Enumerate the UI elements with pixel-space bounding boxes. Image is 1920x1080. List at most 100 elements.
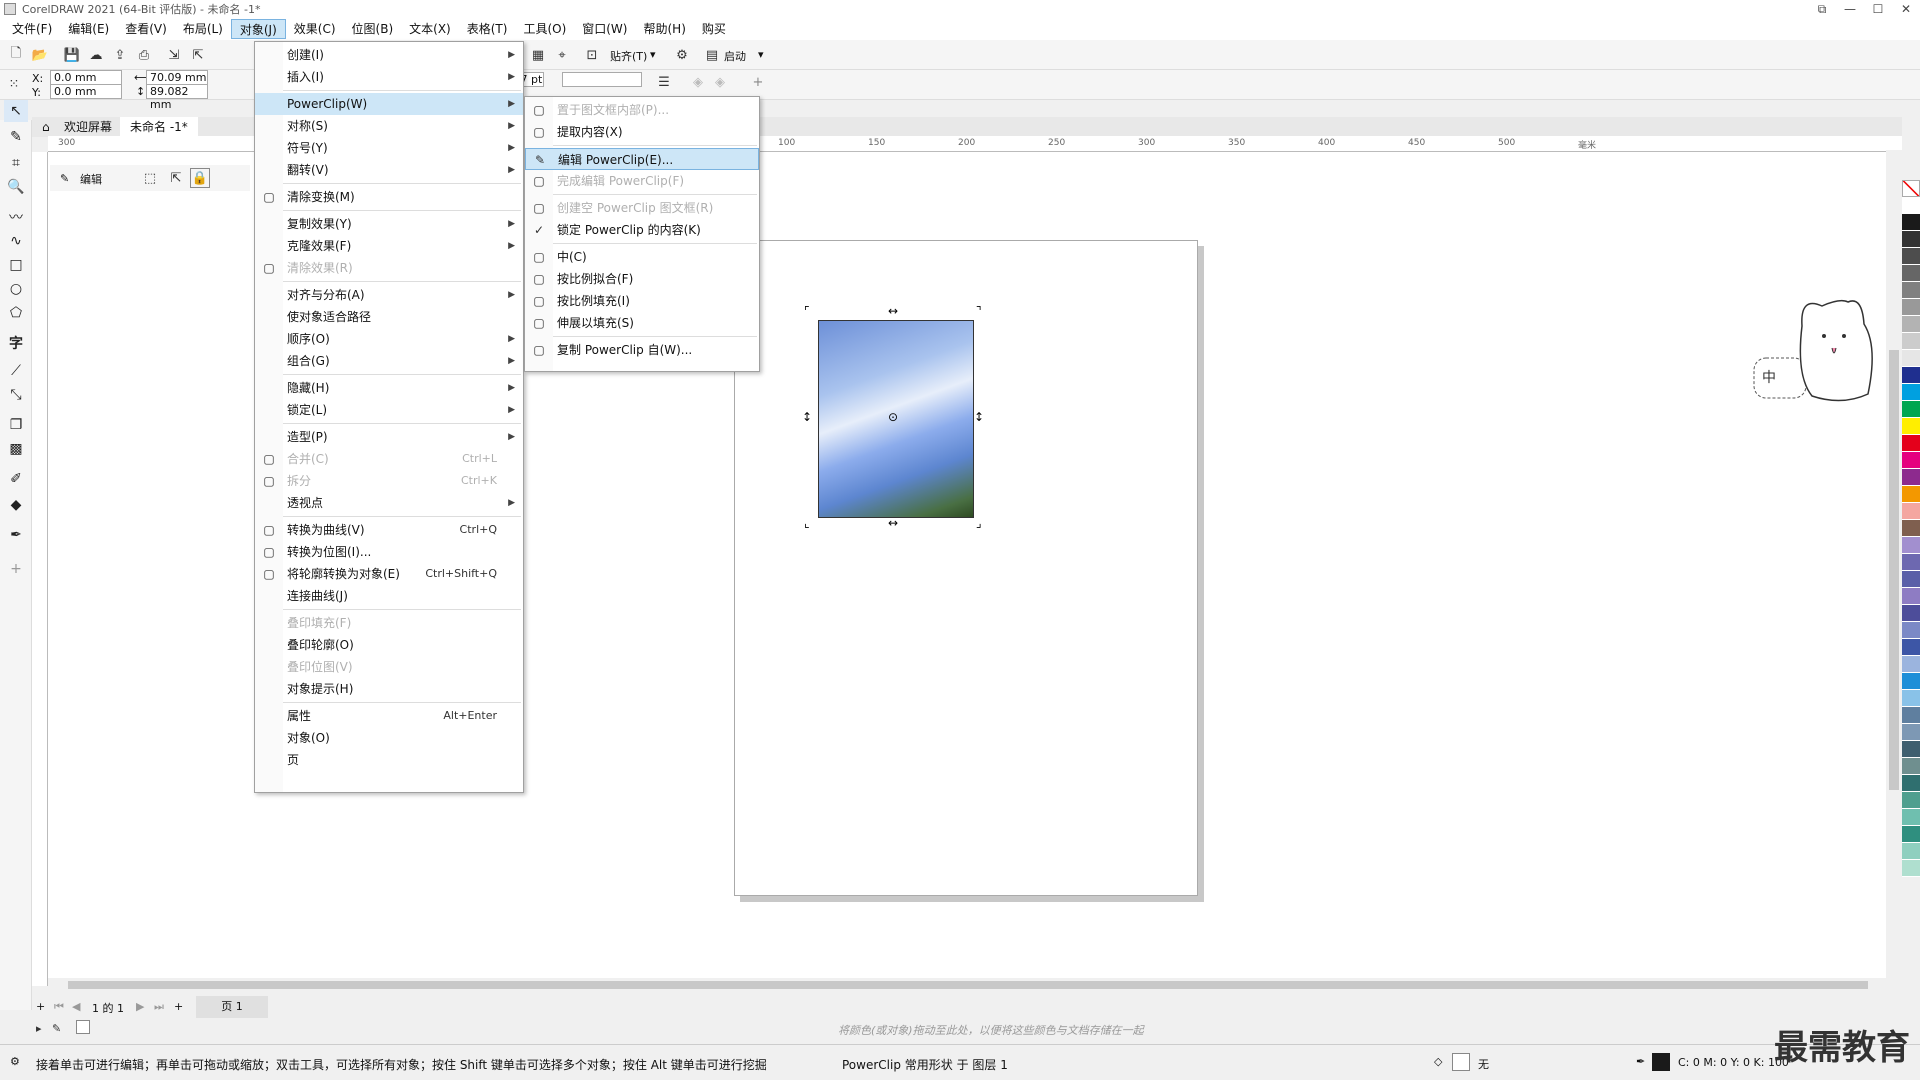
menu-item[interactable]: 顺序(O) ▶ — [255, 328, 523, 350]
palette-swatch[interactable] — [1902, 605, 1920, 622]
skew-handle-left[interactable]: ↕ — [802, 410, 812, 424]
line-style-dropdown[interactable] — [562, 72, 642, 87]
palette-swatch[interactable] — [1902, 690, 1920, 707]
menu-item[interactable]: ▢ 转换为位图(I)... — [255, 541, 523, 563]
menu-3[interactable]: 布局(L) — [175, 19, 231, 39]
snap-icon[interactable]: ⊡ — [582, 45, 602, 65]
launch-chevron-icon[interactable]: ▾ — [758, 48, 764, 61]
cloud-icon[interactable]: ☁ — [86, 45, 106, 65]
menu-item[interactable]: ▢ 复制 PowerClip 自(W)... — [525, 339, 759, 361]
object-origin-icon[interactable]: ⁙ — [4, 74, 24, 94]
shape-tool-icon[interactable]: ✎ — [4, 126, 28, 148]
drop-shadow-icon[interactable]: ❐ — [4, 414, 28, 436]
next-page-icon[interactable]: ▶ — [136, 1000, 144, 1013]
tab-welcome[interactable]: 欢迎屏幕 — [54, 117, 122, 137]
to-back-icon[interactable]: ◈ — [710, 72, 730, 92]
menu-item[interactable]: 叠印轮廓(O) — [255, 634, 523, 656]
palette-swatch[interactable] — [1902, 673, 1920, 690]
palette-swatch[interactable] — [1902, 826, 1920, 843]
palette-swatch[interactable] — [1902, 452, 1920, 469]
palette-swatch[interactable] — [1902, 707, 1920, 724]
status-gear-icon[interactable]: ⚙ — [10, 1055, 20, 1068]
crop-tool-icon[interactable]: ⌗ — [4, 152, 28, 174]
palette-swatch[interactable] — [1902, 792, 1920, 809]
new-document-icon[interactable]: 🗋 — [6, 45, 26, 65]
palette-swatch[interactable] — [1902, 248, 1920, 265]
text-tool-icon[interactable]: 字 — [4, 332, 28, 354]
prev-page-icon[interactable]: ◀ — [72, 1000, 80, 1013]
extract-contents-icon[interactable]: ⇱ — [166, 168, 186, 188]
ellipse-tool-icon[interactable]: ○ — [4, 278, 28, 300]
menu-item[interactable]: ▢ 合并(C) Ctrl+L — [255, 448, 523, 470]
skew-handle-bottom[interactable]: ↔ — [888, 516, 898, 530]
palette-swatch[interactable] — [1902, 860, 1920, 877]
rectangle-tool-icon[interactable]: □ — [4, 254, 28, 276]
menu-item[interactable]: ✓ 锁定 PowerClip 的内容(K) — [525, 219, 759, 241]
palette-swatch[interactable] — [1902, 622, 1920, 639]
menu-2[interactable]: 查看(V) — [117, 19, 175, 39]
print-icon[interactable]: ⎙ — [134, 45, 154, 65]
tab-document[interactable]: 未命名 -1* — [120, 117, 198, 137]
palette-swatch[interactable] — [1902, 401, 1920, 418]
pick-tool-icon[interactable]: ↖ — [4, 100, 28, 122]
palette-swatch[interactable] — [1902, 299, 1920, 316]
menu-11[interactable]: 帮助(H) — [635, 19, 693, 39]
palette-swatch[interactable] — [1902, 741, 1920, 758]
horizontal-scroll-thumb[interactable] — [68, 981, 1868, 989]
import-icon[interactable]: ⇲ — [164, 45, 184, 65]
menu-item[interactable]: ▢ 拆分 Ctrl+K — [255, 470, 523, 492]
menu-item[interactable]: 对齐与分布(A) ▶ — [255, 284, 523, 306]
launch-icon[interactable]: ▤ — [702, 45, 722, 65]
palette-swatch[interactable] — [1902, 775, 1920, 792]
palette-swatch[interactable] — [1902, 520, 1920, 537]
menu-item[interactable]: 连接曲线(J) — [255, 585, 523, 607]
menu-item[interactable]: ▢ 将轮廓转换为对象(E) Ctrl+Shift+Q — [255, 563, 523, 585]
menu-item[interactable]: 页 — [255, 749, 523, 771]
edit-label[interactable]: 编辑 — [80, 171, 102, 187]
launch-label[interactable]: 启动 — [724, 48, 746, 64]
menu-item[interactable]: 对象提示(H) — [255, 678, 523, 700]
menu-0[interactable]: 文件(F) — [4, 19, 60, 39]
polygon-tool-icon[interactable]: ⬠ — [4, 302, 28, 324]
add-icon[interactable]: + — [748, 72, 768, 92]
freehand-tool-icon[interactable]: 〰 — [4, 206, 28, 228]
select-contents-icon[interactable]: ⬚ — [140, 168, 160, 188]
menu-6[interactable]: 位图(B) — [344, 19, 402, 39]
palette-swatch[interactable] — [1902, 435, 1920, 452]
menu-item[interactable]: 使对象适合路径 — [255, 306, 523, 328]
interactive-fill-icon[interactable]: ◆ — [4, 494, 28, 516]
grid-icon[interactable]: ▦ — [528, 45, 548, 65]
menu-item[interactable]: PowerClip(W) ▶ — [255, 93, 523, 115]
menu-10[interactable]: 窗口(W) — [574, 19, 635, 39]
palette-swatch[interactable] — [1902, 537, 1920, 554]
palette-swatch[interactable] — [1902, 571, 1920, 588]
lock-icon[interactable]: 🔒 — [190, 168, 210, 188]
palette-swatch[interactable] — [1902, 333, 1920, 350]
palette-swatch[interactable] — [1902, 316, 1920, 333]
menu-item[interactable]: 组合(G) ▶ — [255, 350, 523, 372]
rotate-handle-bl[interactable]: ⌞ — [804, 516, 810, 530]
restore-icon[interactable]: ⧉ — [1808, 0, 1836, 18]
menu-item[interactable]: 造型(P) ▶ — [255, 426, 523, 448]
minimize-button[interactable]: — — [1836, 0, 1864, 18]
menu-item[interactable]: 隐藏(H) ▶ — [255, 377, 523, 399]
palette-swatch[interactable] — [1902, 724, 1920, 741]
palette-swatch[interactable] — [1902, 282, 1920, 299]
palette-swatch[interactable] — [1902, 265, 1920, 282]
width-input[interactable]: 70.09 mm — [146, 70, 208, 85]
eyedropper-small-icon[interactable]: ✎ — [52, 1022, 61, 1035]
vertical-ruler[interactable] — [32, 152, 48, 986]
palette-swatch[interactable] — [1902, 197, 1920, 214]
menu-item[interactable]: ▢ 清除效果(R) — [255, 257, 523, 279]
chevron-down-icon[interactable]: ▾ — [650, 48, 656, 61]
menu-item[interactable]: ▢ 置于图文框内部(P)... — [525, 99, 759, 121]
transparency-icon[interactable]: ▩ — [4, 438, 28, 460]
menu-item[interactable]: 翻转(V) ▶ — [255, 159, 523, 181]
menu-item[interactable]: 叠印位图(V) — [255, 656, 523, 678]
menu-item[interactable]: ▢ 创建空 PowerClip 图文框(R) — [525, 197, 759, 219]
palette-swatch[interactable] — [1902, 554, 1920, 571]
skew-handle-right[interactable]: ↕ — [974, 410, 984, 424]
first-page-icon[interactable]: ⏮ — [54, 1000, 64, 1014]
snap-to-label[interactable]: 贴齐(T) — [610, 48, 647, 64]
vertical-scrollbar[interactable] — [1886, 150, 1902, 986]
